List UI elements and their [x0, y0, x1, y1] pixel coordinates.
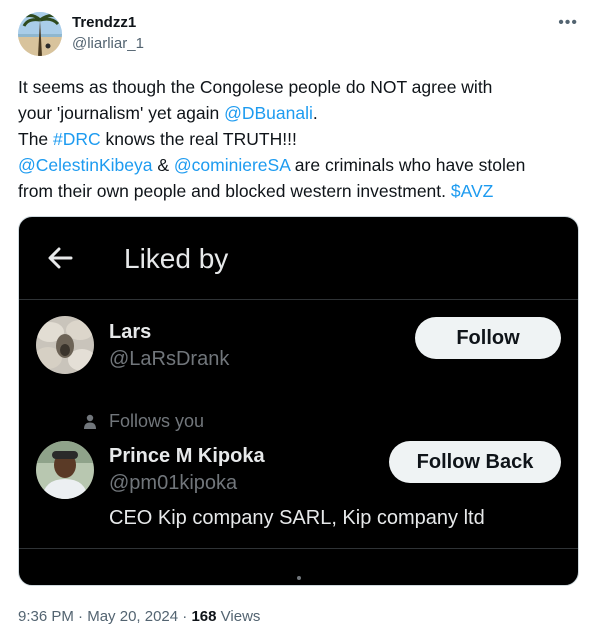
user-bio: CEO Kip company SARL, Kip company ltd [109, 507, 485, 529]
follow-back-button[interactable]: Follow Back [389, 441, 561, 483]
more-icon[interactable]: ••• [558, 14, 578, 32]
user-name[interactable]: Prince M Kipoka [109, 445, 265, 468]
mention-link[interactable]: @DBuanali [224, 103, 313, 123]
tweet-line-5: from their own people and blocked wester… [18, 178, 583, 204]
user-handle[interactable]: @pm01kipoka [109, 472, 237, 495]
user-avatar[interactable] [36, 441, 94, 499]
mention-link[interactable]: @CelestinKibeya [18, 155, 153, 175]
user-handle[interactable]: @LaRsDrank [109, 348, 229, 371]
text-span: The [18, 129, 54, 149]
attached-image[interactable]: Liked by Lars @LaRsDrank Follow Follows … [18, 216, 579, 586]
text-span: . [312, 103, 318, 123]
views-label: Views [216, 608, 261, 625]
cashtag-link[interactable]: $AVZ [451, 181, 493, 201]
timestamp-date[interactable]: May 20, 2024 [87, 608, 178, 625]
author-name[interactable]: Trendzz1 [72, 14, 136, 31]
person-icon [84, 414, 96, 429]
user-avatar[interactable] [36, 316, 94, 374]
text-span: knows the real TRUTH!!! [100, 129, 297, 149]
mention-link[interactable]: @cominiereSA [174, 155, 290, 175]
text-span: from their own people and blocked wester… [18, 181, 451, 201]
separator: · [178, 608, 192, 625]
follow-button[interactable]: Follow [415, 317, 561, 359]
views-count: 168 [191, 608, 217, 625]
tweet-header: Trendzz1 @liarliar_1 ••• [18, 12, 580, 62]
text-span: are criminals who have stolen [289, 155, 526, 175]
divider [19, 548, 578, 549]
text-span: your 'journalism' yet again [18, 103, 225, 123]
liked-by-header: Liked by [19, 217, 578, 300]
tweet-footer: 9:36 PM · May 20, 2024 · 168 Views [18, 608, 260, 625]
timestamp-time[interactable]: 9:36 PM [18, 608, 74, 625]
scroll-indicator [297, 576, 301, 580]
tweet-line-3: The #DRC knows the real TRUTH!!! [18, 126, 583, 152]
author-handle[interactable]: @liarliar_1 [72, 35, 144, 52]
arrow-left-icon[interactable] [45, 243, 75, 273]
tweet-line-1: It seems as though the Congolese people … [18, 77, 493, 97]
separator: · [73, 608, 88, 625]
liked-by-title: Liked by [124, 243, 229, 274]
tweet-line-4: @CelestinKibeya & @cominiereSA are crimi… [18, 152, 583, 178]
author-avatar[interactable] [18, 12, 62, 56]
follows-you-label: Follows you [109, 411, 205, 431]
tweet-line-2: your 'journalism' yet again @DBuanali. [18, 100, 583, 126]
hashtag-link[interactable]: #DRC [53, 129, 101, 149]
text-span: & [152, 155, 174, 175]
user-name[interactable]: Lars [109, 321, 151, 344]
tweet-text: It seems as though the Congolese people … [18, 74, 583, 204]
